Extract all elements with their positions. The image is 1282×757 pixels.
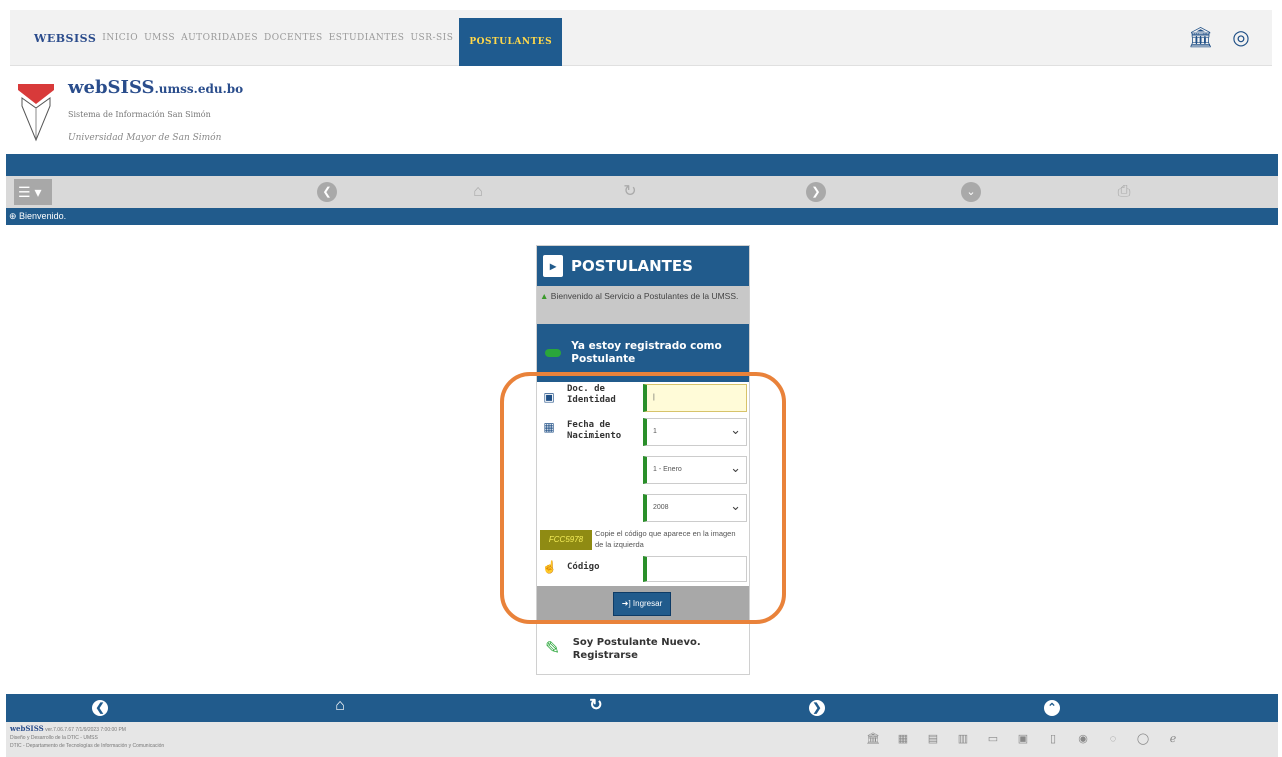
id-card-icon: ▣ bbox=[543, 390, 555, 404]
birth-label: Fecha de Nacimiento bbox=[567, 420, 622, 441]
footer-grid-icon[interactable]: ▦ bbox=[896, 732, 910, 746]
footer-tablet-icon[interactable]: ▭ bbox=[986, 732, 1000, 746]
captcha-hint: Copie el código que aparece en la imagen… bbox=[595, 529, 736, 549]
institution-icon[interactable]: 🏛 bbox=[1188, 26, 1213, 50]
footer-phone-icon[interactable]: ▯ bbox=[1046, 732, 1060, 746]
university-name: Universidad Mayor de San Simón bbox=[68, 133, 222, 143]
warning-icon: ▲ bbox=[540, 291, 549, 301]
user-circle-icon[interactable]: ◎ bbox=[1229, 26, 1253, 50]
footer-department: DTIC - Departamento de Tecnologías de In… bbox=[10, 743, 165, 749]
welcome-message: ▲ Bienvenido al Servicio a Postulantes d… bbox=[537, 286, 749, 324]
footer-refresh-icon[interactable]: ↻ bbox=[586, 698, 606, 718]
footer: webSISS ver.7.06.7.67 7/1/9/2023 7:00:00… bbox=[6, 722, 1278, 757]
top-nav-menu: WEBSISS INICIO UMSS AUTORIDADES DOCENTES… bbox=[34, 10, 563, 66]
top-navbar: WEBSISS INICIO UMSS AUTORIDADES DOCENTES… bbox=[10, 10, 1272, 66]
footer-info: webSISS ver.7.06.7.67 7/1/9/2023 7:00:00… bbox=[10, 725, 164, 750]
footer-firefox-icon[interactable]: ◌ bbox=[1106, 732, 1120, 746]
footer-institution-icon[interactable]: 🏛 bbox=[866, 732, 880, 746]
nav-inicio[interactable]: INICIO bbox=[102, 33, 138, 43]
home-icon[interactable]: ⌂ bbox=[468, 182, 488, 202]
university-shield-logo bbox=[18, 84, 54, 142]
header-band bbox=[6, 154, 1278, 176]
document-icon: ▸ bbox=[543, 255, 563, 277]
pointer-hand-icon: ☝ bbox=[542, 560, 557, 574]
back-icon[interactable]: ❮ bbox=[317, 182, 337, 202]
site-subtitle: Sistema de Información San Simón bbox=[68, 110, 211, 119]
footer-css3-icon[interactable]: ▥ bbox=[956, 732, 970, 746]
nav-brand[interactable]: WEBSISS bbox=[34, 32, 96, 45]
footer-ie-icon[interactable]: ℯ bbox=[1166, 732, 1180, 746]
footer-opera-icon[interactable]: ◯ bbox=[1136, 732, 1150, 746]
submit-bar: ➜] Ingresar bbox=[537, 586, 749, 622]
footer-monitor-icon[interactable]: ▣ bbox=[1016, 732, 1030, 746]
new-postulante-link[interactable]: ✎ Soy Postulante Nuevo. Registrarse bbox=[537, 624, 749, 674]
status-bar: ⊕ Bienvenido. bbox=[6, 208, 1278, 225]
registered-heading: Ya estoy registrado como Postulante bbox=[537, 324, 749, 382]
site-title-domain: .umss.edu.bo bbox=[154, 82, 244, 96]
footer-chrome-icon[interactable]: ◉ bbox=[1076, 732, 1090, 746]
nav-autoridades[interactable]: AUTORIDADES bbox=[181, 33, 258, 43]
refresh-icon[interactable]: ↻ bbox=[620, 182, 640, 202]
edit-icon: ✎ bbox=[545, 638, 561, 658]
year-select[interactable]: 2008 bbox=[643, 493, 747, 522]
down-icon[interactable]: ⌄ bbox=[961, 182, 981, 202]
footer-forward-icon[interactable]: ❯ bbox=[809, 700, 825, 716]
footer-back-icon[interactable]: ❮ bbox=[92, 700, 108, 716]
green-badge-icon bbox=[545, 349, 562, 357]
ingresar-button[interactable]: ➜] Ingresar bbox=[613, 592, 671, 616]
footer-up-icon[interactable]: ⌃ bbox=[1044, 700, 1060, 716]
doc-label: Doc. de Identidad bbox=[567, 384, 616, 405]
footer-credits: Diseño y Desarrollo de la DTIC - UMSS bbox=[10, 735, 98, 741]
nav-postulantes[interactable]: POSTULANTES bbox=[459, 18, 563, 66]
code-label: Código bbox=[567, 562, 600, 572]
nav-usr-sis[interactable]: USR-SIS bbox=[410, 33, 453, 43]
forward-icon[interactable]: ❯ bbox=[806, 182, 826, 202]
nav-umss[interactable]: UMSS bbox=[144, 33, 175, 43]
doc-input[interactable]: | bbox=[643, 384, 747, 412]
status-text: Bienvenido. bbox=[19, 211, 67, 221]
day-select[interactable]: 1 bbox=[643, 417, 747, 446]
welcome-text: Bienvenido al Servicio a Postulantes de … bbox=[550, 291, 739, 301]
print-icon[interactable]: ⎙ bbox=[1114, 182, 1134, 202]
nav-estudiantes[interactable]: ESTUDIANTES bbox=[329, 33, 405, 43]
footer-nav: ❮ ⌂ ↻ ❯ ⌃ bbox=[6, 694, 1278, 722]
code-input[interactable] bbox=[643, 556, 747, 582]
calendar-icon: ▦ bbox=[543, 420, 555, 434]
footer-home-icon[interactable]: ⌂ bbox=[330, 698, 350, 718]
menu-button[interactable]: ☰ ▾ bbox=[14, 179, 52, 205]
toolbar: ☰ ▾ ❮ ⌂ ↻ ❯ ⌄ ⎙ bbox=[6, 176, 1278, 208]
footer-html5-icon[interactable]: ▤ bbox=[926, 732, 940, 746]
globe-icon: ⊕ bbox=[9, 211, 20, 221]
site-title[interactable]: webSISS.umss.edu.bo bbox=[68, 77, 243, 98]
postulantes-panel: ▸ POSTULANTES ▲ Bienvenido al Servicio a… bbox=[536, 245, 750, 675]
registered-heading-text: Ya estoy registrado como Postulante bbox=[571, 340, 722, 365]
footer-version: ver.7.06.7.67 7/1/9/2023 7:00:00 PM bbox=[45, 727, 126, 733]
nav-docentes[interactable]: DOCENTES bbox=[264, 33, 323, 43]
new-postulante-text: Soy Postulante Nuevo. Registrarse bbox=[572, 637, 701, 661]
month-select[interactable]: 1 - Enero bbox=[643, 455, 747, 484]
panel-header: ▸ POSTULANTES bbox=[537, 246, 749, 286]
site-title-name: webSISS bbox=[68, 77, 155, 98]
panel-title: POSTULANTES bbox=[571, 257, 693, 275]
captcha-image: FCC5978 bbox=[540, 530, 592, 550]
footer-brand: webSISS bbox=[10, 724, 44, 733]
